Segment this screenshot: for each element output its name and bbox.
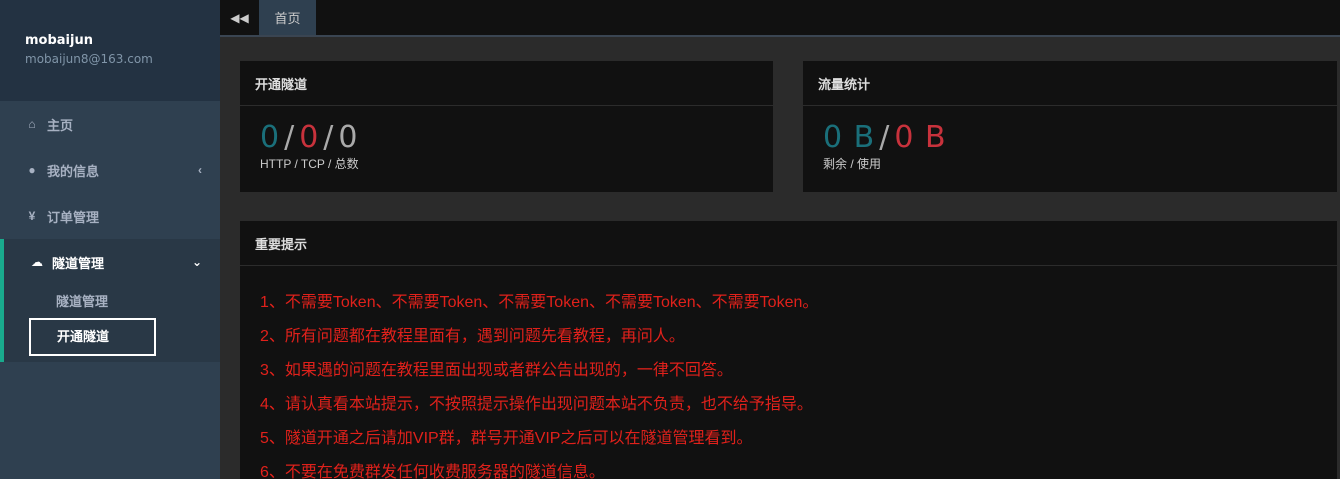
nav-item-label: 我的信息 — [47, 163, 100, 179]
separator: / — [879, 120, 891, 155]
tab-home[interactable]: 首页 — [259, 0, 316, 35]
nav-item-home[interactable]: ⌂ 主页 — [0, 101, 220, 147]
chevron-down-icon: ⌄ — [191, 255, 202, 269]
traffic-stats-panel: 流量统计 0 B/0 B 剩余 / 使用 — [803, 61, 1337, 192]
notice-item: 5、隧道开通之后请加VIP群，群号开通VIP之后可以在隧道管理看到。 — [260, 430, 753, 447]
tunnel-stats-panel: 开通隧道 0/0/0 HTTP / TCP / 总数 — [240, 61, 773, 192]
tunnel-subnav: 隧道管理 开通隧道 — [0, 285, 220, 362]
tcp-count: 0 — [299, 120, 320, 155]
notice-list: 1、不需要Token、不需要Token、不需要Token、不需要Token、不需… — [240, 266, 1337, 479]
collapse-sidebar-button[interactable]: ◀◀ — [220, 0, 259, 35]
user-icon: ● — [28, 163, 36, 177]
separator: / — [323, 120, 335, 155]
panel-title: 重要提示 — [240, 221, 1337, 266]
double-left-arrow-icon: ◀◀ — [230, 10, 249, 25]
traffic-remaining: 0 B — [823, 120, 876, 155]
user-profile: mobaijun mobaijun8@163.com — [0, 0, 220, 101]
topbar: ◀◀ 首页 — [220, 0, 1340, 37]
notice-panel: 重要提示 1、不需要Token、不需要Token、不需要Token、不需要Tok… — [240, 221, 1337, 479]
nav-item-orders[interactable]: ¥ 订单管理 — [0, 193, 220, 239]
notice-item: 3、如果遇的问题在教程里面出现或者群公告出现的，一律不回答。 — [260, 362, 733, 379]
tunnel-counts: 0/0/0 — [260, 120, 773, 155]
subnav-item-tunnel-manage[interactable]: 隧道管理 — [4, 285, 220, 318]
total-count: 0 — [338, 120, 359, 155]
nav-item-label: 隧道管理 — [52, 255, 105, 271]
cloud-icon: ☁ — [31, 255, 43, 269]
nav-item-tunnels[interactable]: ☁ 隧道管理 ⌄ — [0, 239, 220, 285]
panel-title: 开通隧道 — [240, 61, 773, 106]
traffic-caption: 剩余 / 使用 — [823, 157, 882, 171]
notice-item: 4、请认真看本站提示，不按照提示操作出现问题本站不负责，也不给予指导。 — [260, 396, 813, 413]
nav-item-my-info[interactable]: ● 我的信息 ‹ — [0, 147, 220, 193]
separator: / — [284, 120, 296, 155]
sidebar: mobaijun mobaijun8@163.com ⌂ 主页 ● 我的信息 ‹… — [0, 0, 220, 479]
traffic-values: 0 B/0 B — [823, 120, 1337, 155]
nav-item-label: 订单管理 — [47, 209, 100, 225]
tunnel-caption: HTTP / TCP / 总数 — [260, 157, 359, 171]
notice-item: 6、不要在免费群发任何收费服务器的隧道信息。 — [260, 464, 605, 479]
home-icon: ⌂ — [28, 117, 36, 131]
chevron-left-icon: ‹ — [198, 163, 202, 177]
user-email: mobaijun8@163.com — [25, 52, 153, 66]
panel-title: 流量统计 — [803, 61, 1337, 106]
user-name: mobaijun — [25, 33, 93, 48]
notice-item: 2、所有问题都在教程里面有，遇到问题先看教程，再问人。 — [260, 328, 685, 345]
traffic-used: 0 B — [894, 120, 947, 155]
subnav-item-open-tunnel[interactable]: 开通隧道 — [29, 318, 156, 356]
nav-item-label: 主页 — [47, 117, 74, 133]
notice-item: 1、不需要Token、不需要Token、不需要Token、不需要Token、不需… — [260, 294, 819, 311]
http-count: 0 — [260, 120, 281, 155]
yen-icon: ¥ — [28, 209, 36, 223]
